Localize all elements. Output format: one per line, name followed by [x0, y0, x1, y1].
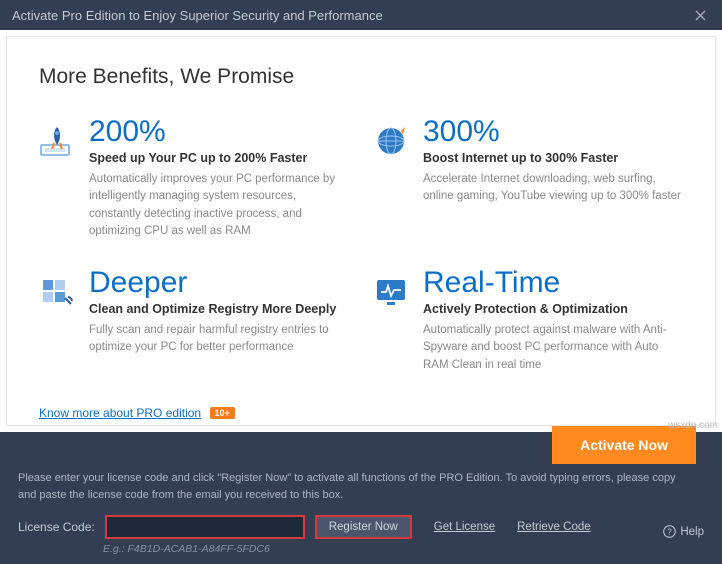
benefit-description: Fully scan and repair harmful registry e… [89, 322, 349, 357]
benefit-speed: 200% Speed up Your PC up to 200% Faster … [39, 117, 349, 240]
titlebar: Activate Pro Edition to Enjoy Superior S… [0, 0, 722, 30]
benefit-subtitle: Actively Protection & Optimization [423, 302, 683, 316]
benefit-title: 300% [423, 117, 683, 147]
benefit-title: Real-Time [423, 268, 683, 298]
know-more-row: Know more about PRO edition 10+ [39, 404, 683, 422]
globe-icon [373, 123, 409, 159]
activate-now-button[interactable]: Activate Now [552, 426, 696, 464]
watermark: wsxdn.com [668, 420, 718, 431]
feature-count-badge: 10+ [210, 407, 235, 419]
register-now-button[interactable]: Register Now [315, 515, 412, 539]
titlebar-text: Activate Pro Edition to Enjoy Superior S… [12, 8, 686, 23]
license-row: License Code: Register Now Get License R… [18, 515, 704, 539]
license-example: E.g.: F4B1D-ACAB1-A84FF-5FDC6 [103, 543, 704, 555]
close-button[interactable] [686, 1, 714, 29]
benefit-subtitle: Clean and Optimize Registry More Deeply [89, 302, 349, 316]
benefit-description: Accelerate Internet downloading, web sur… [423, 171, 683, 206]
benefits-panel: More Benefits, We Promise 200% Speed up … [6, 36, 716, 426]
benefit-registry: Deeper Clean and Optimize Registry More … [39, 268, 349, 374]
benefit-subtitle: Boost Internet up to 300% Faster [423, 151, 683, 165]
benefit-subtitle: Speed up Your PC up to 200% Faster [89, 151, 349, 165]
close-icon [695, 10, 706, 21]
monitor-icon [373, 274, 409, 310]
benefits-grid: 200% Speed up Your PC up to 200% Faster … [39, 117, 683, 374]
benefit-description: Automatically improves your PC performan… [89, 171, 349, 240]
registry-icon [39, 274, 75, 310]
benefit-internet: 300% Boost Internet up to 300% Faster Ac… [373, 117, 683, 240]
help-link[interactable]: ? Help [663, 525, 704, 538]
activation-footer: Activate Now Please enter your license c… [0, 432, 722, 564]
know-more-link[interactable]: Know more about PRO edition [39, 406, 201, 420]
help-icon: ? [663, 525, 676, 538]
benefit-title: Deeper [89, 268, 349, 298]
benefit-realtime: Real-Time Actively Protection & Optimiza… [373, 268, 683, 374]
benefit-description: Automatically protect against malware wi… [423, 322, 683, 374]
help-label: Help [680, 526, 704, 538]
retrieve-code-link[interactable]: Retrieve Code [517, 521, 591, 533]
svg-text:?: ? [668, 528, 673, 537]
license-code-label: License Code: [18, 520, 95, 534]
page-heading: More Benefits, We Promise [39, 65, 683, 89]
license-instructions: Please enter your license code and click… [18, 470, 678, 503]
license-code-input[interactable] [105, 515, 305, 539]
rocket-icon [39, 123, 75, 159]
benefit-title: 200% [89, 117, 349, 147]
get-license-link[interactable]: Get License [434, 521, 495, 533]
